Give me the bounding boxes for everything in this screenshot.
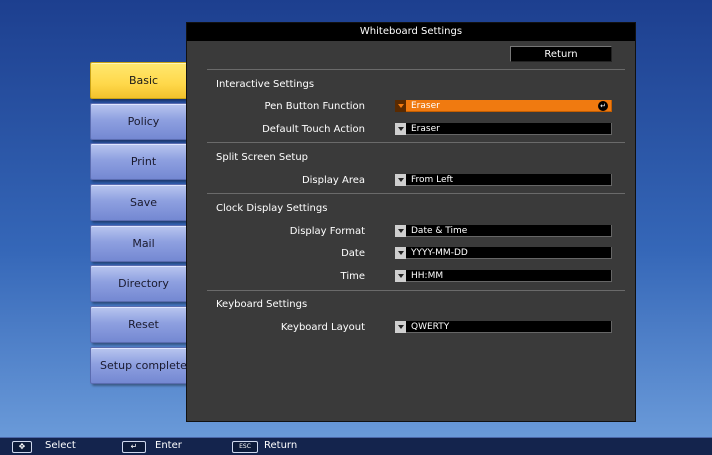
keyboard-layout-label: Keyboard Layout: [280, 322, 365, 333]
select-value: Eraser: [411, 124, 440, 134]
dropdown-arrow-icon: [395, 123, 406, 135]
display-format-select[interactable]: Date & Time: [395, 225, 612, 237]
tab-save[interactable]: Save: [90, 184, 197, 221]
tab-print[interactable]: Print: [90, 143, 197, 180]
tab-directory[interactable]: Directory: [90, 265, 197, 302]
select-value: From Left: [411, 175, 454, 185]
divider: [207, 193, 625, 194]
tab-label: Setup complete: [100, 359, 187, 372]
select-hint-label: Select: [45, 440, 76, 451]
date-label: Date: [341, 248, 365, 259]
tab-label: Directory: [118, 277, 169, 290]
dropdown-arrow-icon: [395, 270, 406, 282]
tab-setup-complete[interactable]: Setup complete: [90, 347, 197, 384]
tab-label: Basic: [128, 74, 159, 87]
divider: [207, 290, 625, 291]
tab-label: Save: [129, 196, 157, 209]
display-area-select[interactable]: From Left: [395, 174, 612, 186]
panel-title: Whiteboard Settings: [187, 23, 635, 41]
select-value: Date & Time: [411, 226, 468, 236]
tab-reset[interactable]: Reset: [90, 306, 197, 343]
enter-hint-label: Enter: [155, 440, 182, 451]
select-value: QWERTY: [411, 322, 450, 332]
section-title-clock: Clock Display Settings: [216, 203, 328, 214]
section-title-keyboard: Keyboard Settings: [216, 299, 308, 310]
pen-button-function-label: Pen Button Function: [264, 101, 365, 112]
esc-key-icon: ESC: [232, 441, 258, 453]
display-area-label: Display Area: [301, 175, 365, 186]
tab-label: Reset: [128, 318, 159, 331]
keyboard-layout-select[interactable]: QWERTY: [395, 321, 612, 333]
time-select[interactable]: HH:MM: [395, 270, 612, 282]
tab-label: Print: [130, 155, 157, 168]
select-value: Eraser: [411, 101, 440, 111]
dropdown-arrow-icon: [395, 225, 406, 237]
select-value: YYYY-MM-DD: [411, 248, 468, 258]
dropdown-arrow-icon: [395, 321, 406, 333]
settings-panel: Whiteboard Settings Return Interactive S…: [186, 22, 636, 422]
select-value: HH:MM: [411, 271, 444, 281]
time-label: Time: [340, 271, 365, 282]
section-title-split-screen: Split Screen Setup: [216, 152, 309, 163]
dropdown-arrow-icon: [395, 174, 406, 186]
date-select[interactable]: YYYY-MM-DD: [395, 247, 612, 259]
display-format-label: Display Format: [289, 226, 365, 237]
tab-label: Mail: [132, 237, 155, 250]
tab-basic[interactable]: Basic: [90, 62, 197, 99]
tab-policy[interactable]: Policy: [90, 103, 197, 140]
return-button[interactable]: Return: [510, 46, 612, 62]
section-title-interactive: Interactive Settings: [216, 79, 315, 90]
select-key-icon: ✥: [12, 441, 32, 453]
tab-label: Policy: [127, 115, 160, 128]
bottom-help-bar: ✥ Select ↵ Enter ESC Return: [0, 437, 712, 455]
dropdown-arrow-icon: [395, 100, 406, 112]
pen-button-function-select[interactable]: Eraser ↵: [395, 100, 612, 112]
tab-mail[interactable]: Mail: [90, 225, 197, 262]
return-hint-label: Return: [264, 440, 298, 451]
dropdown-arrow-icon: [395, 247, 406, 259]
default-touch-action-select[interactable]: Eraser: [395, 123, 612, 135]
divider: [207, 69, 625, 70]
enter-key-icon: ↵: [122, 441, 146, 453]
enter-icon: ↵: [598, 101, 608, 111]
divider: [207, 142, 625, 143]
default-touch-action-label: Default Touch Action: [262, 124, 365, 135]
